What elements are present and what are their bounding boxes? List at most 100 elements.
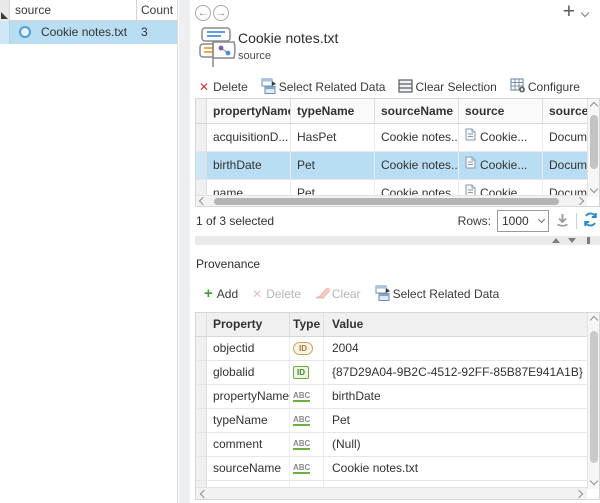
cell-value: Cookie notes.txt: [323, 457, 599, 480]
forward-button[interactable]: →: [213, 5, 229, 21]
page-subtitle: source: [238, 50, 271, 62]
cell-type: ABC: [289, 433, 323, 456]
source-ring-icon: [19, 26, 31, 38]
scrollbar-thumb[interactable]: [590, 331, 598, 463]
horizontal-scrollbar[interactable]: [196, 487, 587, 499]
row-selector-cell[interactable]: [196, 361, 207, 384]
add-dropdown-chevron-icon[interactable]: [581, 9, 589, 17]
refresh-icon[interactable]: [583, 212, 598, 230]
text-type-icon: ABC: [293, 415, 310, 426]
cell-property: comment: [207, 433, 289, 456]
cell-source: Cookie...: [459, 152, 543, 179]
panel-divider[interactable]: [179, 0, 190, 503]
row-selector-cell[interactable]: [196, 152, 207, 179]
col-property[interactable]: Property: [207, 313, 289, 336]
relationship-toolbar: ✕ Delete Select Related Data: [199, 77, 580, 97]
selection-count: 1 of 3 selected: [196, 214, 274, 228]
cell-type: ID: [289, 337, 323, 360]
delete-button[interactable]: ✕ Delete: [199, 80, 248, 94]
source-list-row-selected[interactable]: Cookie notes.txt 3: [0, 21, 177, 44]
row-selector-cell[interactable]: [0, 21, 10, 44]
scroll-up-icon[interactable]: [590, 102, 598, 110]
cell-value: {87D29A04-9B2C-4512-92FF-85B87E941A1B}: [323, 361, 599, 384]
scrollbar-thumb[interactable]: [214, 198, 559, 205]
source-count: 3: [141, 21, 148, 44]
cell-property: sourceName: [207, 457, 289, 480]
provenance-table: Property Type Value objectid ID 2004 glo…: [195, 312, 600, 500]
provenance-toolbar: + Add ✕ Delete Clear: [204, 284, 499, 304]
text-type-icon: ABC: [293, 463, 310, 474]
scroll-down-icon[interactable]: [590, 185, 598, 193]
table-row[interactable]: objectid ID 2004: [196, 337, 599, 361]
clear-selection-button[interactable]: Clear Selection: [398, 79, 496, 96]
provenance-section-title: Provenance: [196, 257, 260, 271]
col-source[interactable]: source: [459, 99, 543, 123]
text-type-icon: ABC: [293, 391, 310, 402]
vertical-scrollbar[interactable]: [587, 99, 599, 197]
col-type[interactable]: Type: [289, 313, 323, 336]
clear-button-disabled[interactable]: Clear: [315, 286, 361, 302]
table-row[interactable]: comment ABC (Null): [196, 433, 599, 457]
column-header-count[interactable]: Count: [141, 0, 173, 21]
delete-x-icon: ✕: [252, 287, 262, 301]
rows-control: Rows: 1000: [458, 210, 598, 232]
splitter-handle-icon[interactable]: [587, 237, 590, 244]
scroll-up-icon[interactable]: [590, 316, 598, 324]
select-related-data-button[interactable]: Select Related Data: [261, 78, 386, 97]
cell-type: ABC: [289, 457, 323, 480]
cell-type: ABC: [289, 385, 323, 408]
table-row[interactable]: acquisitionD... HasPet Cookie notes... C…: [196, 124, 599, 152]
cell-type: ABC: [289, 409, 323, 432]
vertical-scrollbar[interactable]: [587, 313, 599, 489]
scroll-left-icon[interactable]: [199, 197, 207, 205]
clear-selection-icon: [398, 79, 413, 96]
splitter-down-icon[interactable]: [568, 238, 576, 243]
source-name: Cookie notes.txt: [41, 21, 127, 44]
scroll-left-icon[interactable]: [200, 490, 208, 498]
objectid-type-icon: ID: [293, 342, 313, 355]
select-related-data-button[interactable]: Select Related Data: [375, 285, 500, 304]
horizontal-scrollbar[interactable]: [196, 195, 587, 206]
configure-icon: [510, 78, 526, 96]
cell-value: (Null): [323, 433, 599, 456]
grid-corner[interactable]: [0, 0, 10, 21]
scroll-right-icon[interactable]: [576, 197, 584, 205]
col-typeName[interactable]: typeName: [291, 99, 375, 123]
panel-splitter[interactable]: [195, 236, 600, 245]
row-selector-cell[interactable]: [196, 409, 207, 432]
table-row-selected[interactable]: birthDate Pet Cookie notes... Cookie... …: [196, 152, 599, 180]
splitter-up-icon[interactable]: [552, 238, 560, 243]
cell-propertyName: birthDate: [207, 152, 291, 179]
row-selector-cell[interactable]: [196, 385, 207, 408]
relationships-table-header: propertyName typeName sourceName source …: [196, 99, 599, 124]
column-header-source[interactable]: source: [15, 0, 51, 21]
col-sourceName[interactable]: sourceName: [375, 99, 459, 123]
row-selector-cell[interactable]: [196, 124, 207, 151]
scroll-right-icon[interactable]: [575, 490, 583, 498]
delete-row-button-disabled[interactable]: ✕ Delete: [252, 287, 301, 301]
configure-button[interactable]: Configure: [510, 78, 580, 96]
back-button[interactable]: ←: [195, 5, 211, 21]
table-row[interactable]: sourceName ABC Cookie notes.txt: [196, 457, 599, 481]
row-selector-cell[interactable]: [196, 457, 207, 480]
combobox-chevron-icon: [538, 216, 545, 223]
cell-sourceName: Cookie notes...: [375, 152, 459, 179]
add-button[interactable]: +: [563, 0, 575, 24]
col-propertyName[interactable]: propertyName: [207, 99, 291, 123]
col-value[interactable]: Value: [323, 313, 599, 336]
cell-value: Pet: [323, 409, 599, 432]
table-row[interactable]: globalid ID {87D29A04-9B2C-4512-92FF-85B…: [196, 361, 599, 385]
table-row[interactable]: typeName ABC Pet: [196, 409, 599, 433]
row-selector-cell[interactable]: [196, 433, 207, 456]
column-divider[interactable]: [136, 0, 137, 21]
row-selector-cell[interactable]: [196, 337, 207, 360]
details-panel: ← → + Cookie notes.txt source: [190, 0, 600, 503]
table-row[interactable]: propertyName ABC birthDate: [196, 385, 599, 409]
header-selector-cell[interactable]: [196, 99, 207, 123]
load-more-icon[interactable]: [555, 212, 570, 230]
scrollbar-thumb[interactable]: [590, 115, 598, 169]
header-selector-cell[interactable]: [196, 313, 207, 336]
rows-combobox[interactable]: 1000: [497, 210, 549, 232]
add-row-button[interactable]: + Add: [204, 287, 238, 301]
scroll-down-icon[interactable]: [590, 477, 598, 485]
